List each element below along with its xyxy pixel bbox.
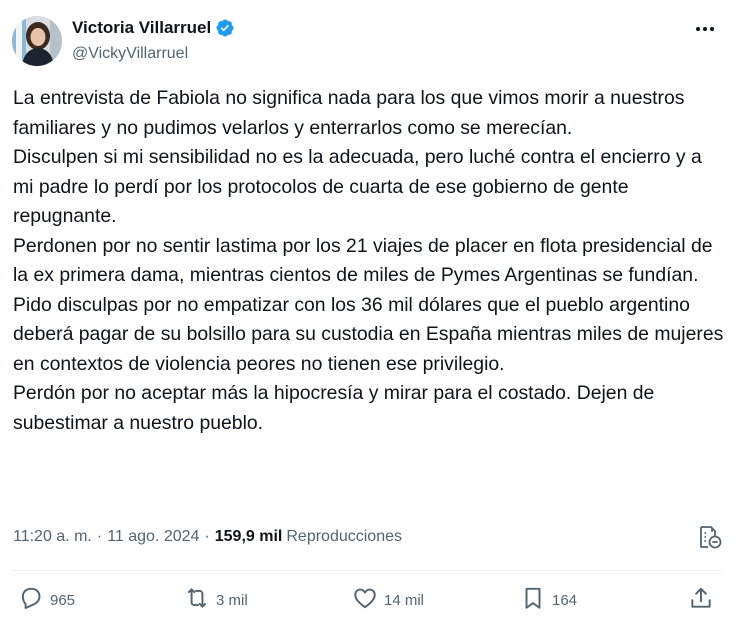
views-label: Reproducciones <box>286 528 402 545</box>
reply-icon <box>18 585 44 615</box>
tweet-paragraph: La entrevista de Fabiola no significa na… <box>13 87 685 139</box>
like-count: 14 mil <box>384 591 425 609</box>
avatar[interactable] <box>12 16 62 66</box>
reply-count: 965 <box>50 591 76 609</box>
share-button[interactable] <box>688 585 714 615</box>
author-names: Victoria Villarruel @VickyVillarruel <box>72 16 235 65</box>
verified-badge-icon[interactable] <box>215 18 235 38</box>
views-count: 159,9 mil <box>214 528 283 545</box>
repost-button[interactable]: 3 mil <box>184 585 248 615</box>
avatar-image <box>12 16 62 66</box>
action-bar: 965 3 mil 14 mil 164 <box>18 585 718 615</box>
tweet-meta: 11:20 a. m. · 11 ago. 2024 · 159,9 mil R… <box>13 525 402 549</box>
tweet-date[interactable]: 11 ago. 2024 <box>107 528 199 546</box>
tweet-header: Victoria Villarruel @VickyVillarruel <box>12 14 724 68</box>
bookmark-icon <box>520 585 546 615</box>
tweet: Victoria Villarruel @VickyVillarruel La … <box>0 0 736 622</box>
bookmark-button[interactable]: 164 <box>520 585 577 615</box>
tweet-paragraph: Disculpen si mi sensibilidad no es la ad… <box>13 146 702 227</box>
more-icon[interactable] <box>694 18 716 40</box>
display-name[interactable]: Victoria Villarruel <box>72 16 211 40</box>
translate-icon[interactable] <box>696 524 722 550</box>
tweet-paragraph: Perdón por no aceptar más la hipocresía … <box>13 382 655 434</box>
meta-separator: · <box>204 528 210 545</box>
tweet-time[interactable]: 11:20 a. m. <box>13 528 92 546</box>
repost-count: 3 mil <box>216 591 248 609</box>
bookmark-count: 164 <box>552 591 578 609</box>
display-name-row: Victoria Villarruel <box>72 16 235 40</box>
like-button[interactable]: 14 mil <box>352 585 424 615</box>
tweet-text: La entrevista de Fabiola no significa na… <box>13 84 725 438</box>
repost-icon <box>184 585 210 615</box>
reply-button[interactable]: 965 <box>18 585 75 615</box>
divider <box>12 570 722 571</box>
share-icon <box>688 585 714 615</box>
meta-separator: · <box>96 528 103 545</box>
tweet-paragraph: Perdonen por no sentir lastima por los 2… <box>13 234 724 375</box>
handle[interactable]: @VickyVillarruel <box>72 43 235 65</box>
like-icon <box>352 585 378 615</box>
